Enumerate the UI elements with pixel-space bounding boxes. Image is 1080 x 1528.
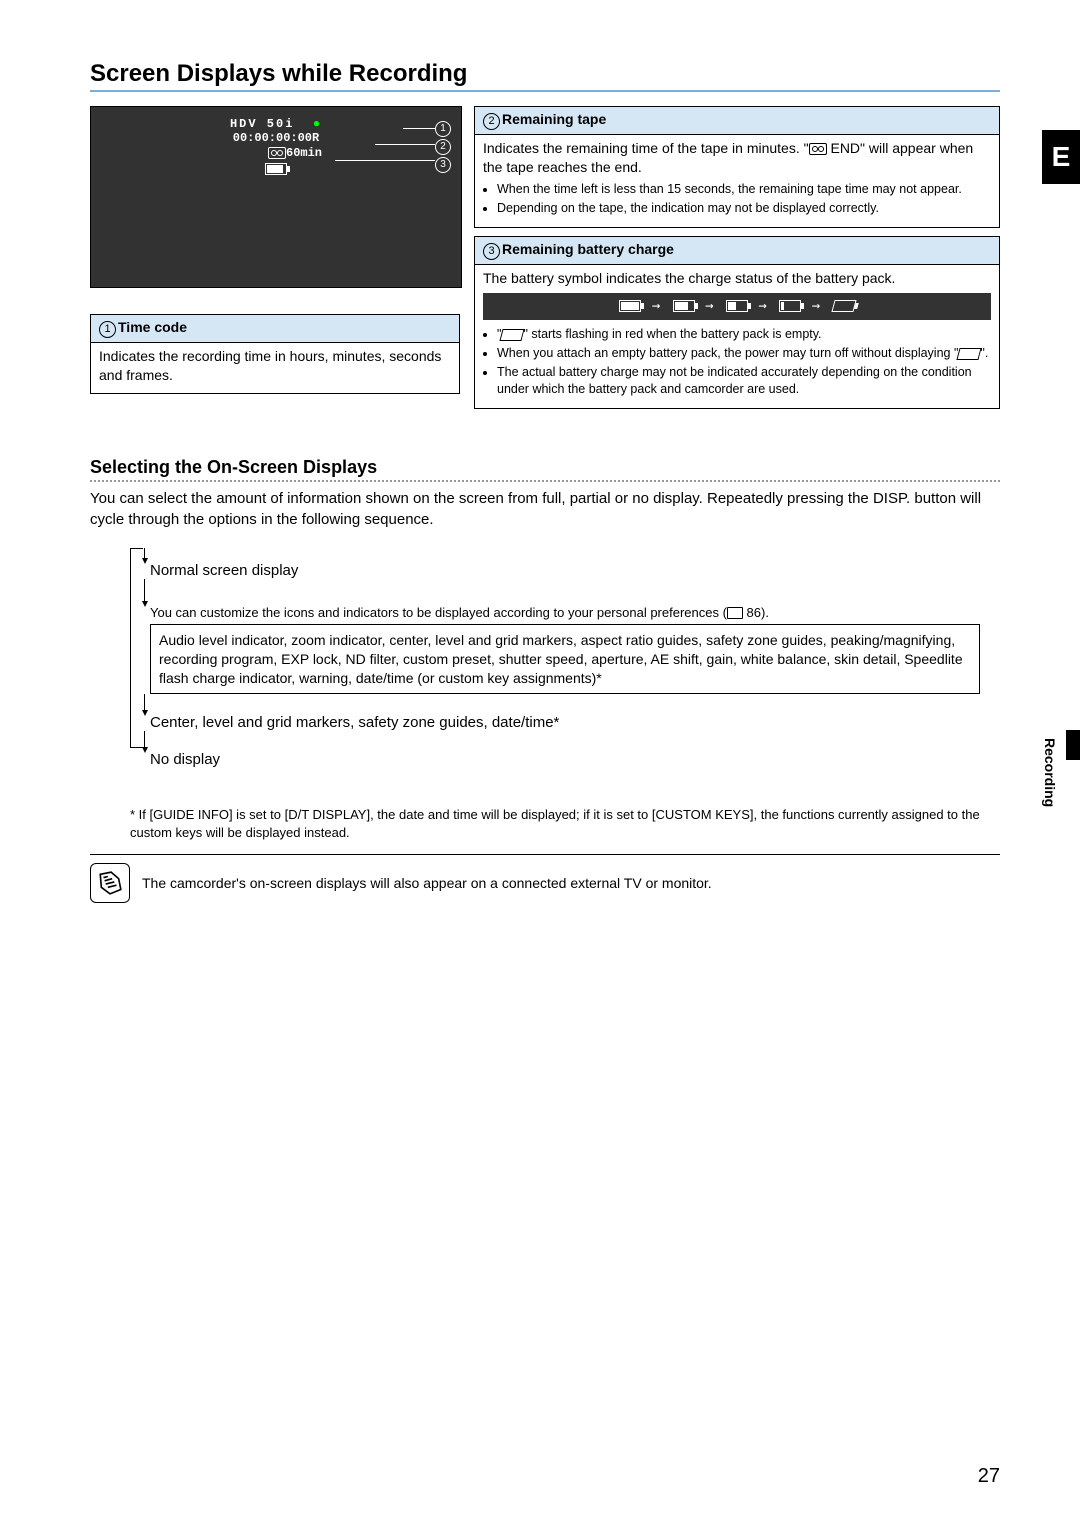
battery-bullet-1: "" starts flashing in red when the batte… [497, 326, 991, 343]
page-number: 27 [978, 1465, 1000, 1488]
section-title: Screen Displays while Recording [90, 60, 1000, 92]
osd-intro: You can select the amount of information… [90, 488, 1000, 530]
battery-status-strip: → → → → [483, 293, 991, 320]
note-text: The camcorder's on-screen displays will … [142, 875, 712, 891]
tape-bullet-1: When the time left is less than 15 secon… [497, 181, 991, 198]
display-cycle-flow: Normal screen display You can customize … [130, 548, 980, 789]
footnote: * If [GUIDE INFO] is set to [D/T DISPLAY… [130, 806, 1000, 841]
customizable-items-box: Audio level indicator, zoom indicator, c… [150, 624, 980, 695]
box-timecode: 1Time code Indicates the recording time … [90, 314, 460, 394]
tape-bullet-2: Depending on the tape, the indication ma… [497, 200, 991, 217]
callout-numbers: 123 [435, 121, 451, 173]
box-battery: 3Remaining battery charge The battery sy… [474, 236, 1000, 409]
screen-simulation: HDV 50i ● 00:00:00:00R 60min 123 [90, 106, 462, 288]
battery-bullet-3: The actual battery charge may not be ind… [497, 364, 991, 398]
tape-body-text: Indicates the remaining time of the tape… [483, 140, 973, 175]
subsection-title: Selecting the On-Screen Displays [90, 457, 1000, 478]
note-icon [90, 863, 130, 903]
battery-bullet-2: When you attach an empty battery pack, t… [497, 345, 991, 362]
box-remaining-tape: 2Remaining tape Indicates the remaining … [474, 106, 1000, 228]
